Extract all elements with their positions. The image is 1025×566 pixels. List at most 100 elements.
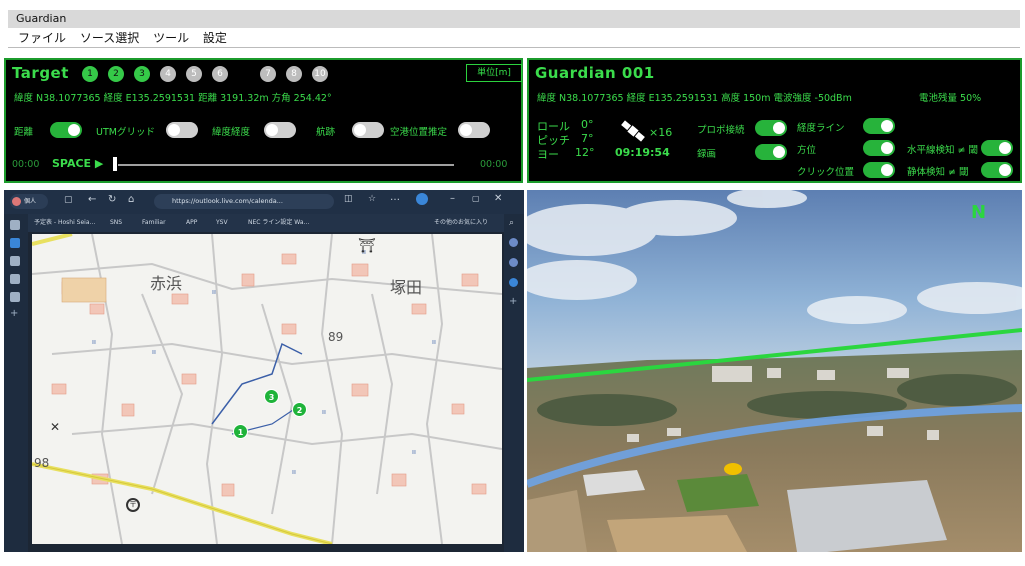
toggle-click-label: クリック位置 [797,167,855,178]
toggle-airport-estimate[interactable] [458,122,490,138]
sidebar-icon-2[interactable] [10,238,20,248]
satellite-count: ×16 [649,126,673,139]
battery-level: 電池残量 50% [919,93,982,104]
toggle-record-label: 録画 [697,149,717,160]
guardian-panel: Guardian 001 緯度 N38.1077365 経度 E135.2591… [527,58,1022,183]
toggle-longitude-line[interactable] [863,118,895,134]
target-8-button[interactable]: 8 [286,66,302,82]
menu-tools[interactable]: ツール [153,31,189,45]
target-10-button[interactable]: 10 [312,66,328,82]
copilot-icon[interactable] [416,193,428,205]
bookmark-familiar[interactable]: Familiar [142,214,166,232]
menu-source-select[interactable]: ソース選択 [80,31,139,45]
back-icon[interactable]: ← [88,194,96,205]
target-panel: Target 1 2 3 4 5 6 7 8 10 単位[m] 緯度 N38.1… [4,58,523,183]
toggle-longline-label: 経度ライン [797,123,845,134]
compass-north-indicator: N [971,202,987,223]
svg-text:ıı: ıı [292,468,296,476]
target-marker-3[interactable]: 3 [264,389,279,404]
toggle-bearing[interactable] [863,140,895,156]
guardian-title: Guardian 001 [535,64,655,82]
menu-settings[interactable]: 設定 [203,31,227,45]
toggle-track-label: 航跡 [316,127,336,138]
target-5-button[interactable]: 5 [186,66,202,82]
map-view[interactable]: ıı ıı ıı ıı ıı ıı ıı ıı 赤浜 塚田 89 98 ⛩ ✕ 〒 1 2… [32,234,502,544]
target-7-button[interactable]: 7 [260,66,276,82]
sidebar-icon-3[interactable] [10,256,20,266]
target-1-button[interactable]: 1 [82,66,98,82]
guardian-info-line: 緯度 N38.1077365 経度 E135.2591531 高度 150m 電… [537,93,852,104]
camera-view[interactable]: N [527,190,1022,552]
toggle-horizon-label: 水平線検知 ≠ 閾 [907,145,978,156]
browser-window: 個人 ▢ ← ↻ ⌂ https://outlook.live.com/cale… [4,190,524,552]
target-4-button[interactable]: 4 [160,66,176,82]
toggle-propo-label: プロポ接続 [697,125,745,136]
play-button[interactable]: SPACE ▶ [52,157,103,170]
toggle-static-detect[interactable] [981,162,1013,178]
toggle-latlon[interactable] [264,122,296,138]
right-sidebar-icon-1[interactable] [509,238,518,247]
minimize-icon[interactable]: – [450,193,455,204]
toggle-bearing-label: 方位 [797,145,817,156]
target-3-button[interactable]: 3 [134,66,150,82]
tabs-icon[interactable]: ▢ [64,195,73,205]
yaw-label: ヨー [537,148,559,161]
toggle-static-label: 静体検知 ≠ 閾 [907,167,969,178]
bookmark-sns[interactable]: SNS [110,214,122,232]
bookmark-ysv[interactable]: YSV [216,214,228,232]
sidebar-icon-5[interactable] [10,292,20,302]
maximize-icon[interactable]: ▢ [472,194,480,203]
bookmark-others[interactable]: その他のお気に入り [434,214,488,232]
toggle-distance-label: 距離 [14,127,34,138]
playback-slider-thumb[interactable] [113,157,117,171]
pitch-value: 7° [581,132,594,145]
toggle-propo[interactable] [755,120,787,136]
svg-text:ıı: ıı [432,338,436,346]
close-icon[interactable]: ✕ [494,193,502,204]
refresh-icon[interactable]: ↻ [108,194,116,205]
zoom-search-icon[interactable]: ⌕ [509,218,514,228]
svg-text:ıı: ıı [92,338,96,346]
menu-file[interactable]: ファイル [18,31,66,45]
target-title: Target [12,64,69,82]
toggle-horizon-detect[interactable] [981,140,1013,156]
bookmarks-bar: 予定表 - Hoshi Seia... SNS Familiar APP YSV… [4,214,524,232]
address-bar[interactable]: https://outlook.live.com/calenda... [154,194,334,209]
elevation-label-98: 98 [34,456,50,470]
toggle-track[interactable] [352,122,384,138]
toggle-distance[interactable] [50,122,82,138]
right-sidebar-icon-3[interactable] [509,278,518,287]
toggle-utm-grid[interactable] [166,122,198,138]
toggle-click-position[interactable] [863,162,895,178]
svg-text:ıı: ıı [212,288,216,296]
camera-feed [527,190,1022,552]
browser-toolbar: 個人 ▢ ← ↻ ⌂ https://outlook.live.com/cale… [4,190,524,214]
sidebar-add-icon[interactable]: + [10,308,18,319]
split-icon[interactable]: ◫ [344,194,353,204]
target-marker-2[interactable]: 2 [292,402,307,417]
roll-value: 0° [581,118,594,131]
right-sidebar-icon-2[interactable] [509,258,518,267]
favorites-icon[interactable]: ☆ [368,194,376,204]
place-label-akahama: 赤浜 [150,274,183,293]
home-icon[interactable]: ⌂ [128,194,134,205]
clock: 09:19:54 [615,146,670,159]
right-sidebar-add-icon[interactable]: + [509,296,517,307]
place-label-tsukada: 塚田 [390,278,423,297]
more-icon[interactable]: … [390,192,400,203]
target-2-button[interactable]: 2 [108,66,124,82]
bookmark-app[interactable]: APP [186,214,197,232]
unit-button[interactable]: 単位[m] [466,64,522,82]
playback-slider-track[interactable] [118,164,454,166]
elevation-label-89: 89 [328,330,344,344]
toggle-record[interactable] [755,144,787,160]
url-text: https://outlook.live.com/calenda... [172,197,283,205]
sidebar-icon-4[interactable] [10,274,20,284]
sidebar-icon-1[interactable] [10,220,20,230]
target-6-button[interactable]: 6 [212,66,228,82]
bookmark-nec[interactable]: NEC ライン設定 Wa... [248,214,309,232]
target-marker-1[interactable]: 1 [233,424,248,439]
browser-right-sidebar: ⌕ + [504,214,524,552]
bookmark-calendar[interactable]: 予定表 - Hoshi Seia... [34,214,95,232]
shrine-icon: ⛩ [358,238,376,254]
